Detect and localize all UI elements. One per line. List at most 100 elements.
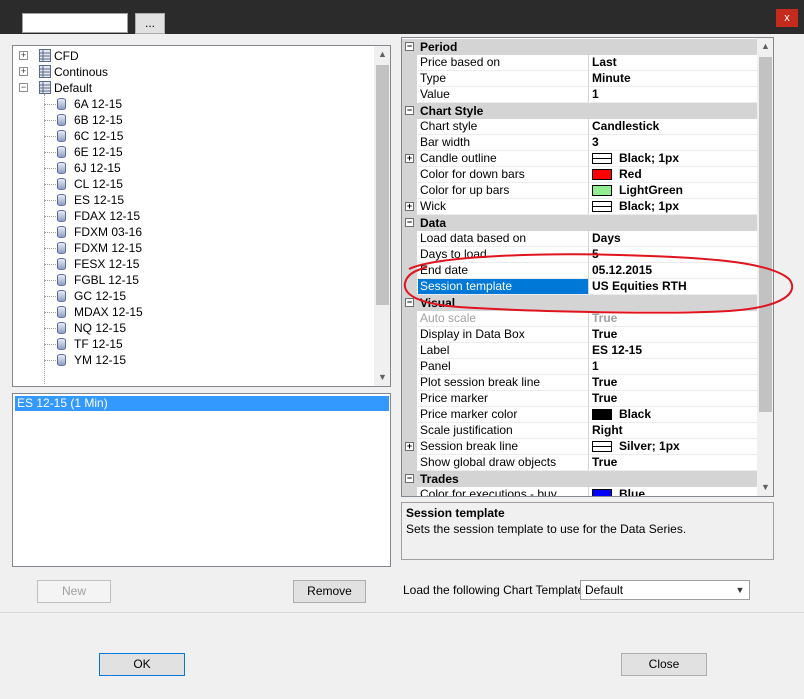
property-row[interactable]: Color for down bars Red — [402, 167, 773, 183]
property-row[interactable]: + Wick Black; 1px — [402, 199, 773, 215]
collapse-icon[interactable]: − — [405, 42, 414, 51]
close-window-button[interactable]: x — [776, 9, 798, 27]
property-value[interactable]: Silver; 1px — [590, 439, 773, 455]
tree-item[interactable]: YM 12-15 — [13, 352, 373, 368]
tree-item[interactable]: FESX 12-15 — [13, 256, 373, 272]
property-row[interactable]: Display in Data Box True — [402, 327, 773, 343]
property-value[interactable]: 1 — [590, 359, 773, 375]
property-value[interactable]: Right — [590, 423, 773, 439]
tree-item[interactable]: 6A 12-15 — [13, 96, 373, 112]
property-value[interactable]: 3 — [590, 135, 773, 151]
property-row[interactable]: Chart style Candlestick — [402, 119, 773, 135]
tree-item[interactable]: + CFD — [13, 48, 373, 64]
property-row[interactable]: Color for up bars LightGreen — [402, 183, 773, 199]
collapse-icon[interactable]: − — [405, 218, 414, 227]
data-series-item[interactable]: ES 12-15 (1 Min) — [15, 396, 389, 411]
tree-item[interactable]: 6B 12-15 — [13, 112, 373, 128]
scrollbar-thumb[interactable] — [376, 65, 389, 305]
property-row[interactable]: + Candle outline Black; 1px — [402, 151, 773, 167]
instrument-tree-scrollbar[interactable]: ▲ ▼ — [374, 46, 390, 386]
property-grid-scrollbar[interactable]: ▲ ▼ — [757, 38, 773, 496]
property-value[interactable]: Candlestick — [590, 119, 773, 135]
remove-button[interactable]: Remove — [293, 580, 366, 603]
expand-icon[interactable]: + — [405, 442, 414, 451]
property-row[interactable]: Label ES 12-15 — [402, 343, 773, 359]
property-category[interactable]: − Trades — [402, 471, 773, 487]
property-value[interactable]: Minute — [590, 71, 773, 87]
property-row[interactable]: Show global draw objects True — [402, 455, 773, 471]
property-value[interactable]: Black; 1px — [590, 151, 773, 167]
tree-item[interactable]: NQ 12-15 — [13, 320, 373, 336]
property-value[interactable]: Red — [590, 167, 773, 183]
tree-item[interactable]: FGBL 12-15 — [13, 272, 373, 288]
property-value[interactable]: Last — [590, 55, 773, 71]
property-value[interactable]: Black; 1px — [590, 199, 773, 215]
property-row[interactable]: Price marker True — [402, 391, 773, 407]
tree-item[interactable]: − Default — [13, 80, 373, 96]
collapse-icon[interactable]: − — [405, 474, 414, 483]
scrollbar-thumb[interactable] — [759, 57, 772, 412]
property-row[interactable]: Scale justification Right — [402, 423, 773, 439]
tree-item[interactable]: 6E 12-15 — [13, 144, 373, 160]
tree-item[interactable]: CL 12-15 — [13, 176, 373, 192]
property-value[interactable]: ES 12-15 — [590, 343, 773, 359]
collapse-icon[interactable]: − — [19, 83, 28, 92]
scroll-up-arrow-icon[interactable]: ▲ — [374, 46, 390, 63]
property-row[interactable]: Bar width 3 — [402, 135, 773, 151]
tree-item[interactable]: + Continous — [13, 64, 373, 80]
chevron-down-icon[interactable]: ▼ — [733, 583, 747, 597]
property-value[interactable]: True — [590, 455, 773, 471]
browse-instruments-button[interactable]: ... — [135, 13, 165, 34]
scroll-down-arrow-icon[interactable]: ▼ — [757, 479, 773, 496]
expand-icon[interactable]: + — [405, 202, 414, 211]
property-value[interactable]: 1 — [590, 87, 773, 103]
property-value[interactable]: Days — [590, 231, 773, 247]
property-row[interactable]: Panel 1 — [402, 359, 773, 375]
property-category[interactable]: − Chart Style — [402, 103, 773, 119]
property-row[interactable]: Session templateUS Equities RTH▼ — [402, 279, 773, 295]
property-value[interactable]: True — [590, 375, 773, 391]
property-value[interactable]: True — [590, 391, 773, 407]
tree-item[interactable]: MDAX 12-15 — [13, 304, 373, 320]
property-value[interactable]: Black — [590, 407, 773, 423]
expand-icon[interactable]: + — [19, 67, 28, 76]
tree-item[interactable]: ES 12-15 — [13, 192, 373, 208]
tree-item[interactable]: FDXM 03-16 — [13, 224, 373, 240]
close-button[interactable]: Close — [621, 653, 707, 676]
chart-template-select[interactable]: Default ▼ — [580, 580, 750, 600]
property-row[interactable]: + Session break line Silver; 1px — [402, 439, 773, 455]
property-row[interactable]: Days to load 5 — [402, 247, 773, 263]
data-series-list[interactable]: ES 12-15 (1 Min) — [12, 393, 391, 567]
property-value[interactable]: True — [590, 311, 773, 327]
ok-button[interactable]: OK — [99, 653, 185, 676]
property-row[interactable]: Load data based on Days — [402, 231, 773, 247]
instrument-search-input[interactable] — [22, 13, 128, 33]
tree-item[interactable]: FDXM 12-15 — [13, 240, 373, 256]
new-button[interactable]: New — [37, 580, 111, 603]
property-grid[interactable]: − Period Price based on Last Type Minute Value… — [401, 37, 774, 497]
property-value[interactable]: Blue — [590, 487, 773, 496]
tree-item[interactable]: 6C 12-15 — [13, 128, 373, 144]
property-row[interactable]: Type Minute — [402, 71, 773, 87]
property-row[interactable]: Price marker color Black — [402, 407, 773, 423]
collapse-icon[interactable]: − — [405, 106, 414, 115]
property-value[interactable]: True — [590, 327, 773, 343]
tree-item[interactable]: TF 12-15 — [13, 336, 373, 352]
tree-item[interactable]: 6J 12-15 — [13, 160, 373, 176]
property-value[interactable]: 05.12.2015 — [590, 263, 773, 279]
property-category[interactable]: − Period — [402, 39, 773, 55]
scroll-down-arrow-icon[interactable]: ▼ — [374, 369, 390, 386]
property-value[interactable]: LightGreen — [590, 183, 773, 199]
property-category[interactable]: − Visual — [402, 295, 773, 311]
collapse-icon[interactable]: − — [405, 298, 414, 307]
tree-item[interactable]: GC 12-15 — [13, 288, 373, 304]
property-row[interactable]: Auto scale True — [402, 311, 773, 327]
property-value[interactable]: US Equities RTH▼ — [590, 279, 773, 295]
property-value[interactable]: 5 — [590, 247, 773, 263]
scroll-up-arrow-icon[interactable]: ▲ — [757, 38, 773, 55]
expand-icon[interactable]: + — [405, 154, 414, 163]
tree-item[interactable]: FDAX 12-15 — [13, 208, 373, 224]
property-row[interactable]: Color for executions - buy Blue — [402, 487, 773, 496]
property-row[interactable]: Price based on Last — [402, 55, 773, 71]
property-row[interactable]: Plot session break line True — [402, 375, 773, 391]
